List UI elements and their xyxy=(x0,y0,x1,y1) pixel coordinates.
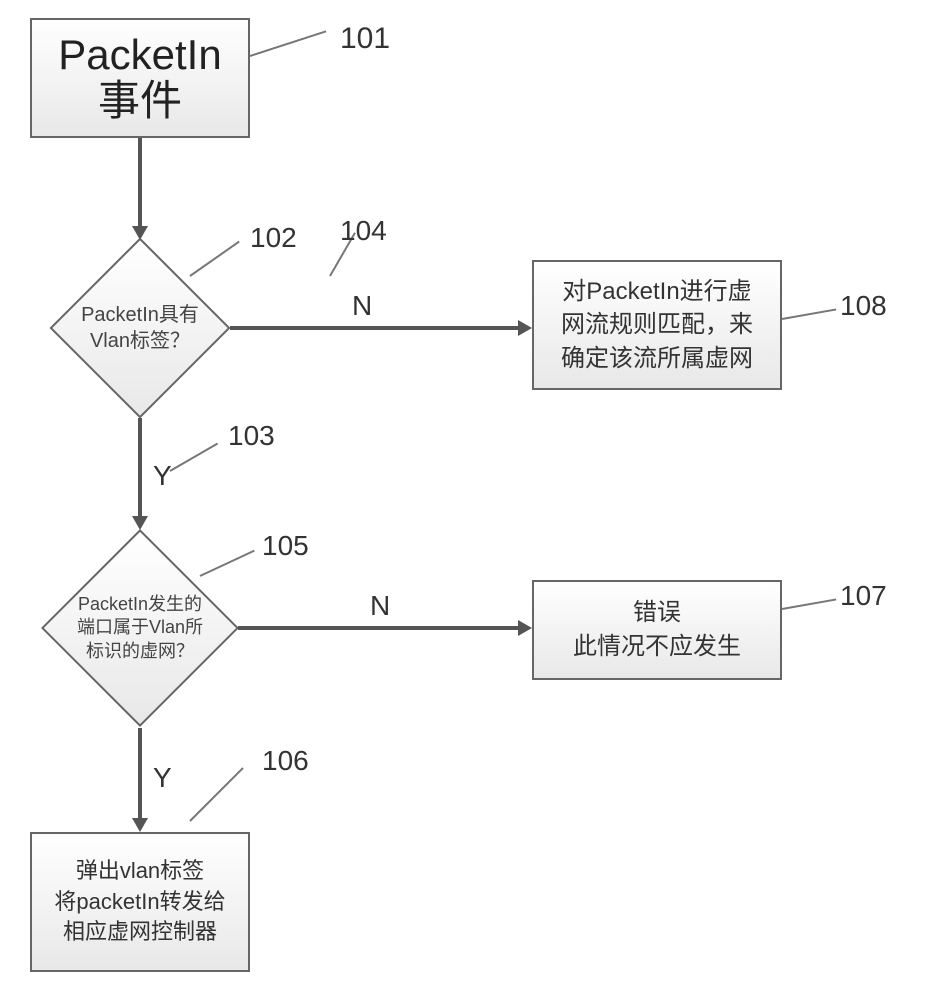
decision-vlan-tag-text: PacketIn具有 Vlan标签？ xyxy=(71,302,209,354)
decision-port-vlan: PacketIn发生的 端口属于Vlan所 标识的虚网？ xyxy=(50,528,230,728)
process-error: 错误 此情况不应发生 xyxy=(532,580,782,680)
label-102: 102 xyxy=(250,222,297,254)
arrow-d2-yes xyxy=(138,728,142,820)
leader-106 xyxy=(189,767,243,821)
label-104: 104 xyxy=(340,215,387,247)
arrowhead-d1-no xyxy=(518,320,532,336)
label-108: 108 xyxy=(840,290,887,322)
label-106: 106 xyxy=(262,745,309,777)
arrowhead-d2-yes xyxy=(132,818,148,832)
start-node: PacketIn 事件 xyxy=(30,18,250,138)
decision-port-vlan-text: PacketIn发生的 端口属于Vlan所 标识的虚网？ xyxy=(67,593,213,663)
leader-103 xyxy=(170,443,219,472)
start-line1: PacketIn xyxy=(58,32,221,78)
edge-d1-no-label: N xyxy=(352,290,372,322)
arrow-start-d1 xyxy=(138,138,142,228)
edge-d2-yes-label: Y xyxy=(153,762,172,794)
label-103: 103 xyxy=(228,420,275,452)
start-line2: 事件 xyxy=(98,78,182,124)
edge-d2-no-label: N xyxy=(370,590,390,622)
arrow-d1-no xyxy=(230,326,520,330)
leader-107 xyxy=(782,598,837,610)
process-forward: 弹出vlan标签 将packetIn转发给 相应虚网控制器 xyxy=(30,832,250,972)
label-107: 107 xyxy=(840,580,887,612)
leader-108 xyxy=(782,308,837,320)
arrow-d2-no xyxy=(238,626,520,630)
label-105: 105 xyxy=(262,530,309,562)
arrow-d1-yes xyxy=(138,418,142,518)
label-101: 101 xyxy=(340,22,390,56)
process-match-rules: 对PacketIn进行虚 网流规则匹配，来 确定该流所属虚网 xyxy=(532,260,782,390)
leader-101 xyxy=(250,30,327,57)
arrowhead-d2-no xyxy=(518,620,532,636)
edge-d1-yes-label: Y xyxy=(153,460,172,492)
